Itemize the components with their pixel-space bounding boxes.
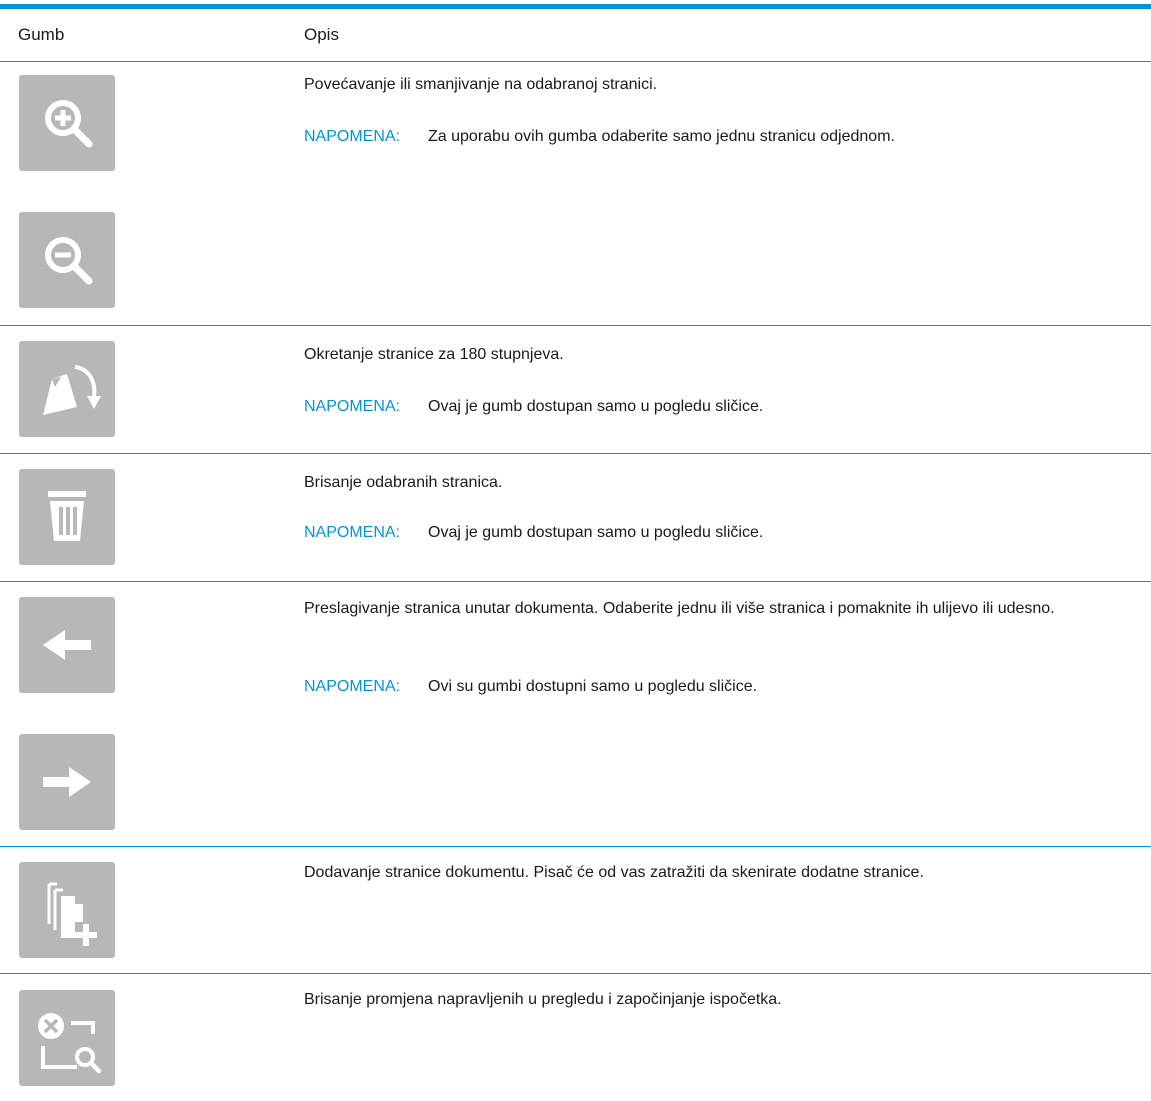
zoom-in-icon bbox=[45, 100, 93, 148]
move-right-button[interactable] bbox=[19, 734, 115, 830]
row-divider bbox=[0, 846, 1151, 847]
column-header-button: Gumb bbox=[18, 25, 65, 44]
note-label: NAPOMENA: bbox=[304, 678, 401, 695]
note-text: Ovaj je gumb dostupan samo u pogledu sli… bbox=[428, 398, 764, 415]
rotate-page-icon bbox=[43, 365, 101, 415]
row-description: Brisanje odabranih stranica. bbox=[304, 474, 503, 491]
row-description: Povećavanje ili smanjivanje na odabranoj… bbox=[304, 76, 658, 93]
row-divider bbox=[0, 325, 1151, 326]
row-description: Dodavanje stranice dokumentu. Pisač će o… bbox=[304, 864, 924, 881]
row-note: NAPOMENA: Ovaj je gumb dostupan samo u po… bbox=[304, 395, 1134, 419]
zoom-out-icon bbox=[45, 237, 93, 285]
row-divider bbox=[0, 581, 1151, 582]
row-description: Brisanje promjena napravljenih u pregled… bbox=[304, 991, 782, 1008]
arrow-right-icon bbox=[43, 767, 91, 797]
move-left-button[interactable] bbox=[19, 597, 115, 693]
zoom-out-button[interactable] bbox=[19, 212, 115, 308]
note-text: Za uporabu ovih gumba odaberite samo jed… bbox=[428, 128, 895, 145]
row-description: Okretanje stranice za 180 stupnjeva. bbox=[304, 346, 564, 363]
row-note: NAPOMENA: Ovi su gumbi dostupni samo u po… bbox=[304, 675, 1134, 699]
note-label: NAPOMENA: bbox=[304, 524, 401, 541]
add-page-button[interactable] bbox=[19, 862, 115, 958]
column-header-description: Opis bbox=[304, 25, 339, 44]
row-note: NAPOMENA: Ovaj je gumb dostupan samo u po… bbox=[304, 521, 1134, 545]
table-header: Gumb Opis bbox=[0, 9, 1151, 61]
header-divider bbox=[0, 61, 1151, 62]
note-label: NAPOMENA: bbox=[304, 398, 401, 415]
row-description: Preslagivanje stranica unutar dokumenta.… bbox=[304, 600, 1055, 617]
reset-preview-icon bbox=[38, 1013, 102, 1074]
rotate-page-button[interactable] bbox=[19, 341, 115, 437]
trash-icon bbox=[48, 491, 86, 541]
zoom-in-button[interactable] bbox=[19, 75, 115, 171]
note-label: NAPOMENA: bbox=[304, 128, 401, 145]
row-note: NAPOMENA: Za uporabu ovih gumba odaberite… bbox=[304, 125, 1134, 149]
row-divider bbox=[0, 973, 1151, 974]
reset-preview-button[interactable] bbox=[19, 990, 115, 1086]
arrow-left-icon bbox=[43, 630, 91, 660]
note-text: Ovaj je gumb dostupan samo u pogledu sli… bbox=[428, 524, 764, 541]
delete-pages-button[interactable] bbox=[19, 469, 115, 565]
note-text: Ovi su gumbi dostupni samo u pogledu sli… bbox=[428, 678, 758, 695]
row-divider bbox=[0, 453, 1151, 454]
add-page-icon bbox=[47, 882, 97, 946]
